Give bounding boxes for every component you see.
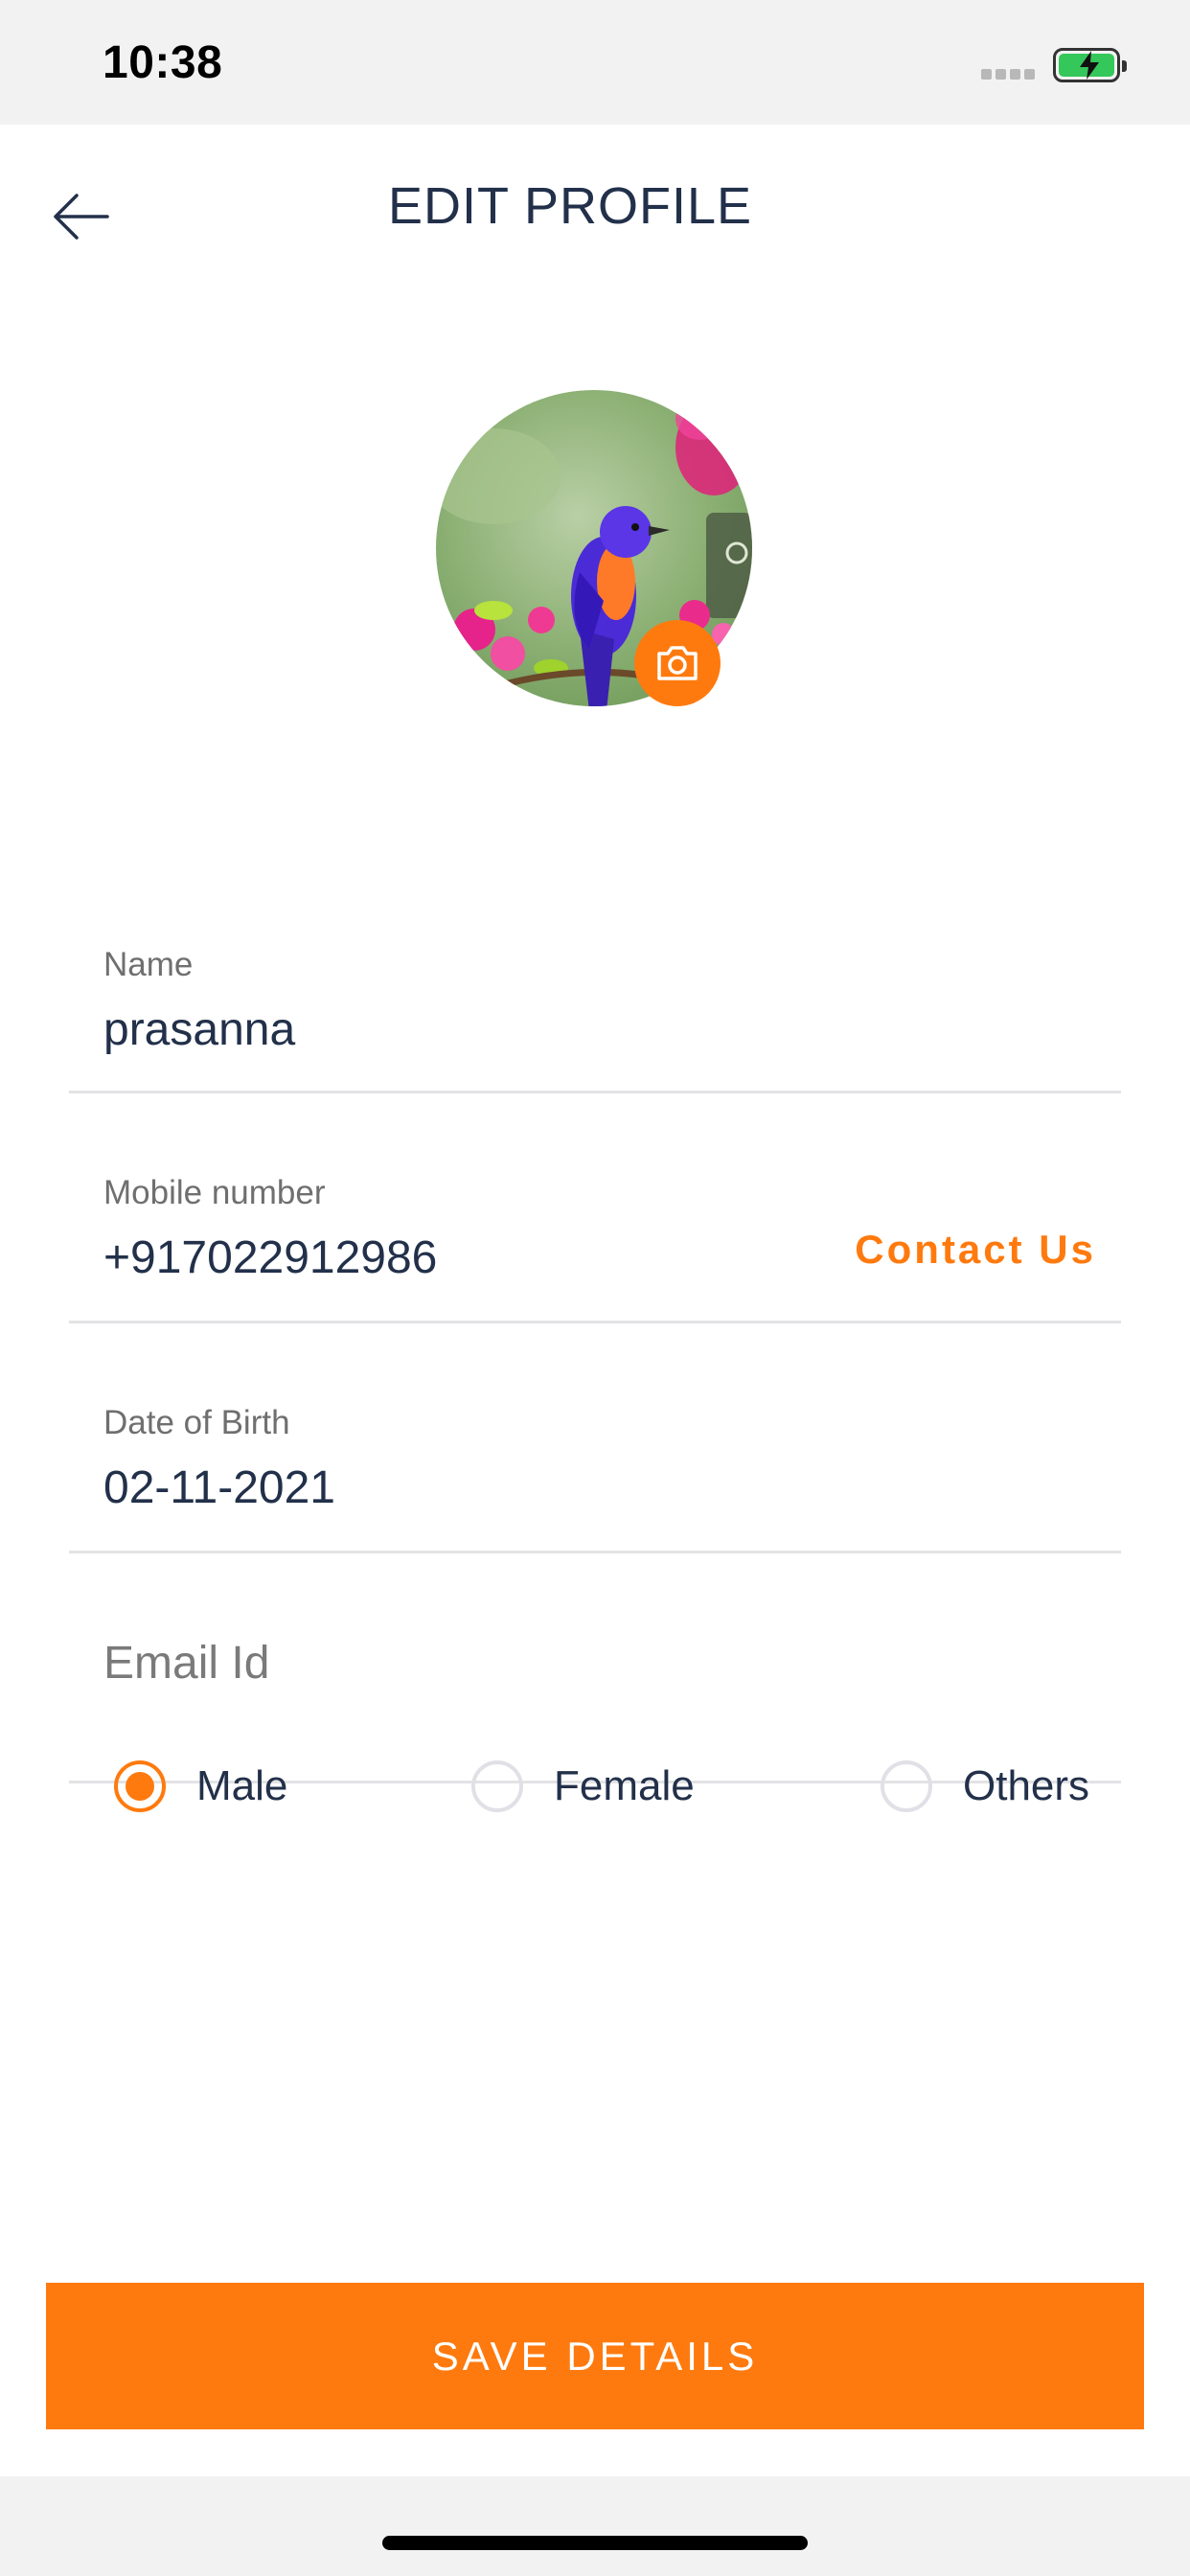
cellular-signal-icon (981, 69, 1035, 80)
dob-value[interactable]: 02-11-2021 (103, 1461, 335, 1514)
battery-icon (1053, 48, 1127, 82)
camera-icon (657, 646, 698, 680)
edit-profile-screen: EDIT PROFILE Name prasanna Mobile number… (0, 125, 1190, 2476)
contact-us-link[interactable]: Contact Us (855, 1227, 1096, 1273)
gender-label-female: Female (554, 1762, 695, 1809)
header: EDIT PROFILE (0, 125, 1190, 292)
charging-bolt-icon (1080, 51, 1099, 80)
gender-label-male: Male (196, 1762, 288, 1809)
dob-label: Date of Birth (103, 1404, 290, 1441)
name-label: Name (103, 946, 194, 983)
home-indicator[interactable] (382, 2536, 808, 2550)
mobile-field-group: Mobile number +917022912986 Contact Us (69, 1092, 1121, 1323)
gender-label-others: Others (963, 1762, 1090, 1809)
gender-option-male[interactable]: Male (114, 1748, 287, 1825)
status-time: 10:38 (103, 37, 223, 88)
gender-option-female[interactable]: Female (471, 1748, 695, 1825)
gender-option-others[interactable]: Others (881, 1748, 1089, 1825)
dob-field-group[interactable]: Date of Birth 02-11-2021 (69, 1322, 1121, 1553)
name-value[interactable]: prasanna (103, 1003, 295, 1056)
change-photo-button[interactable] (634, 620, 721, 706)
page-title: EDIT PROFILE (387, 177, 753, 235)
mobile-label: Mobile number (103, 1174, 326, 1211)
gender-selector: Male Female Others (0, 1748, 1190, 1825)
radio-male[interactable] (114, 1760, 166, 1812)
radio-female[interactable] (471, 1760, 523, 1812)
avatar-container (436, 390, 752, 706)
mobile-value: +917022912986 (103, 1232, 438, 1283)
save-details-button[interactable]: SAVE DETAILS (46, 2283, 1144, 2429)
radio-others[interactable] (881, 1760, 932, 1812)
name-field-group[interactable]: Name prasanna (69, 805, 1121, 1093)
email-field[interactable] (103, 1610, 1062, 1715)
status-bar: 10:38 (0, 0, 1190, 125)
home-indicator-area (0, 2476, 1190, 2576)
